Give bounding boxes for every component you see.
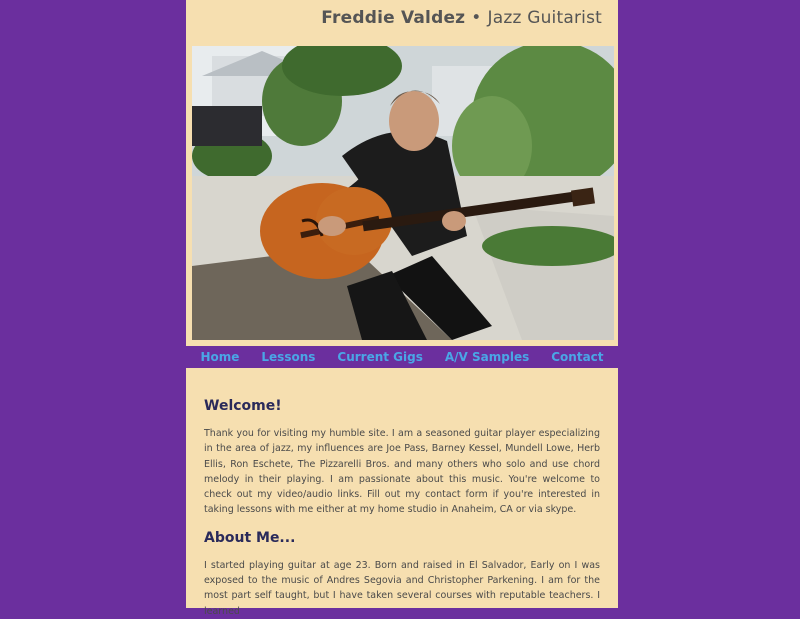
guitarist-photo	[192, 46, 614, 340]
nav-av-samples[interactable]: A/V Samples	[445, 346, 529, 368]
site-title: Freddie Valdez • Jazz Guitarist	[321, 8, 602, 28]
nav-current-gigs[interactable]: Current Gigs	[337, 346, 422, 368]
title-separator: •	[471, 8, 482, 28]
about-heading: About Me...	[204, 529, 296, 546]
nav-contact[interactable]: Contact	[551, 346, 603, 368]
welcome-text: Thank you for visiting my humble site. I…	[204, 428, 600, 516]
page-container: Freddie Valdez • Jazz Guitarist Home Les…	[186, 0, 618, 617]
nav-lessons[interactable]: Lessons	[261, 346, 315, 368]
artist-name: Freddie Valdez	[321, 8, 466, 28]
nav-home[interactable]: Home	[200, 346, 239, 368]
site-header: Freddie Valdez • Jazz Guitarist	[186, 0, 618, 346]
main-content: Welcome! Thank you for visiting my humbl…	[186, 368, 618, 617]
about-text: I started playing guitar at age 23. Born…	[204, 559, 600, 617]
artist-subtitle: Jazz Guitarist	[487, 8, 602, 28]
main-nav: Home Lessons Current Gigs A/V Samples Co…	[186, 346, 618, 368]
welcome-heading: Welcome!	[204, 398, 282, 414]
